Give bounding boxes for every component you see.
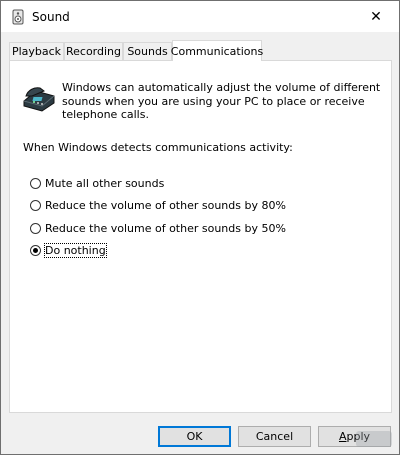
radio-button[interactable] — [30, 178, 41, 189]
radio-button[interactable] — [30, 223, 41, 234]
speaker-icon — [10, 9, 26, 25]
tab-communications[interactable]: Communications — [171, 40, 263, 61]
close-button[interactable]: ✕ — [353, 1, 399, 32]
tab-recording[interactable]: Recording — [64, 42, 123, 60]
tab-sounds[interactable]: Sounds — [123, 42, 172, 60]
activity-prompt: When Windows detects communications acti… — [23, 141, 293, 154]
sound-dialog: Sound ✕ Playback Recording Sounds Commun… — [0, 0, 400, 455]
cancel-button[interactable]: Cancel — [238, 426, 311, 447]
radio-do-nothing[interactable]: Do nothing — [30, 243, 107, 258]
description-text: Windows can automatically adjust the vol… — [62, 81, 381, 121]
radio-button-selected[interactable] — [30, 245, 41, 256]
watermark-logo-icon — [356, 431, 392, 447]
tab-playback[interactable]: Playback — [9, 42, 64, 60]
communications-panel: Windows can automatically adjust the vol… — [9, 60, 392, 413]
radio-reduce-80[interactable]: Reduce the volume of other sounds by 80% — [30, 199, 286, 212]
telephone-icon — [23, 87, 55, 112]
radio-mute-all[interactable]: Mute all other sounds — [30, 177, 164, 190]
radio-reduce-50[interactable]: Reduce the volume of other sounds by 50% — [30, 222, 286, 235]
title-bar[interactable]: Sound ✕ — [1, 1, 399, 32]
radio-button[interactable] — [30, 200, 41, 211]
close-icon: ✕ — [370, 8, 382, 25]
window-title: Sound — [32, 9, 70, 24]
ok-button[interactable]: OK — [158, 426, 231, 447]
